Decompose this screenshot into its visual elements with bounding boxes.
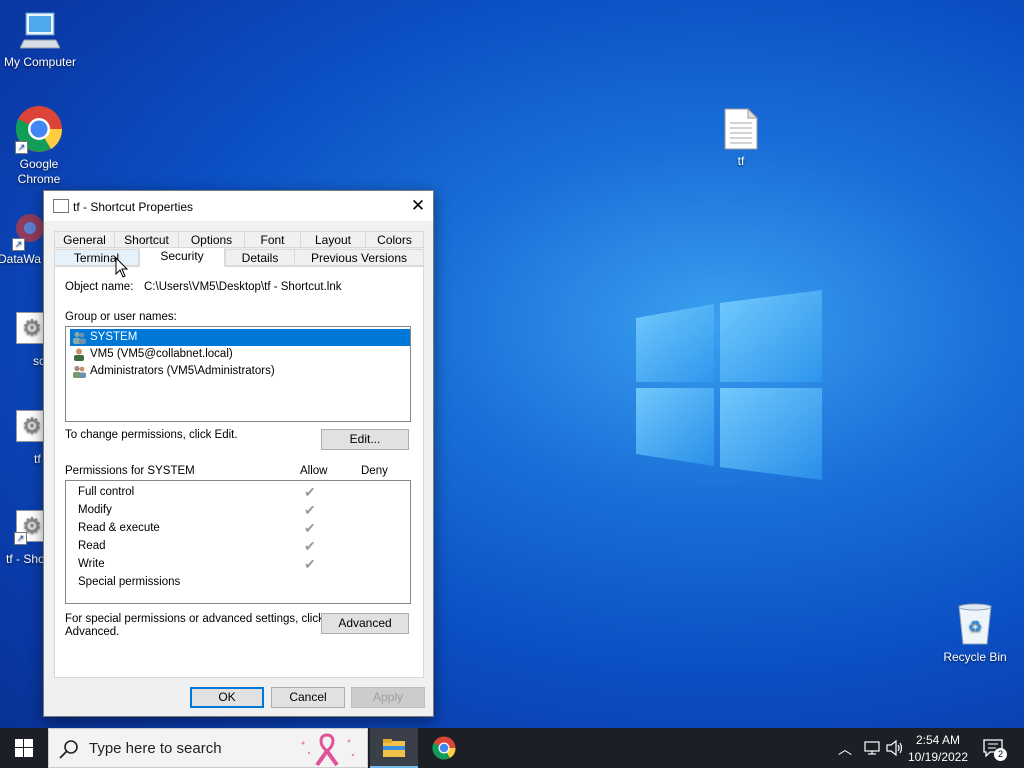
shortcut-file-icon — [53, 199, 69, 213]
user-name: VM5 (VM5@collabnet.local) — [90, 348, 233, 360]
user-name: Administrators (VM5\Administrators) — [90, 365, 275, 377]
text-document-icon — [724, 108, 758, 150]
check-icon: ✔ — [304, 538, 316, 554]
tab-security[interactable]: Security — [139, 247, 225, 267]
tab-font[interactable]: Font — [244, 231, 301, 248]
special-permissions-text-2: Advanced. — [65, 626, 120, 638]
close-icon: ✕ — [410, 196, 426, 215]
desktop-icon-label: My Computer — [3, 55, 77, 69]
svg-text:♻: ♻ — [968, 617, 982, 636]
chrome-icon — [432, 736, 456, 760]
tab-options[interactable]: Options — [178, 231, 245, 248]
permission-name: Full control — [78, 486, 135, 498]
taskbar-chrome[interactable] — [420, 728, 468, 768]
user-row-system[interactable]: SYSTEM — [70, 329, 410, 346]
pink-ribbon-icon — [301, 733, 355, 767]
desktop-icon-label: Google Chrome — [17, 157, 61, 186]
permission-row-special: Special permissions — [78, 573, 398, 591]
shortcut-properties-dialog: tf - Shortcut Properties ✕ General Short… — [43, 190, 434, 717]
computer-icon — [20, 12, 60, 49]
shortcut-arrow-icon: ↗ — [14, 532, 27, 545]
windows-start-icon — [15, 739, 33, 757]
group-names-label: Group or user names: — [65, 311, 177, 323]
tab-colors[interactable]: Colors — [365, 231, 424, 248]
desktop-icon-recycle-bin[interactable]: ♻ Recycle Bin — [935, 602, 1015, 665]
taskbar-search-box[interactable]: Type here to search — [48, 728, 368, 768]
chevron-up-icon[interactable]: ︿ — [838, 739, 852, 759]
user-row-vm5[interactable]: VM5 (VM5@collabnet.local) — [70, 346, 410, 363]
desktop-icon-tf-shortcut[interactable]: ⚙ ↗ tf - Sho — [6, 510, 48, 567]
change-permissions-text: To change permissions, click Edit. — [65, 429, 238, 441]
permission-name: Read — [78, 540, 106, 552]
desktop-icon-label: Recycle Bin — [943, 650, 1007, 664]
search-placeholder: Type here to search — [89, 740, 222, 757]
permission-name: Special permissions — [78, 576, 181, 588]
user-names-listbox[interactable]: SYSTEM VM5 (VM5@collabnet.local) Adminis… — [65, 326, 411, 422]
object-name-value: C:\Users\VM5\Desktop\tf - Shortcut.lnk — [144, 281, 342, 293]
close-button[interactable]: ✕ — [403, 191, 433, 221]
check-icon: ✔ — [304, 484, 316, 500]
desktop-icon-google-chrome[interactable]: ↗ Google Chrome — [0, 105, 79, 187]
permission-row-read-execute: Read & execute ✔ — [78, 519, 398, 537]
desktop-icon-label: tf - Sho — [6, 552, 45, 566]
clock-date: 10/19/2022 — [907, 750, 969, 764]
users-group-icon — [73, 331, 86, 344]
dialog-title: tf - Shortcut Properties — [73, 200, 194, 214]
folder-icon — [383, 739, 405, 757]
dialog-titlebar[interactable]: tf - Shortcut Properties ✕ — [44, 191, 433, 221]
permission-name: Modify — [78, 504, 112, 516]
check-icon: ✔ — [304, 556, 316, 572]
edit-button[interactable]: Edit... — [321, 429, 409, 450]
security-tab-panel: Object name: C:\Users\VM5\Desktop\tf - S… — [54, 266, 424, 678]
desktop-icon-datawa[interactable]: ↗ DataWa — [0, 208, 48, 267]
users-group-icon — [73, 365, 86, 378]
permission-name: Write — [78, 558, 105, 570]
object-name-label: Object name: — [65, 281, 134, 293]
taskbar-file-explorer[interactable] — [370, 728, 418, 768]
clock[interactable]: 2:54 AM 10/19/2022 — [906, 731, 970, 765]
search-icon — [59, 740, 78, 759]
speaker-icon[interactable] — [886, 740, 904, 756]
tab-general[interactable]: General — [54, 231, 115, 248]
action-center-button[interactable]: 2 — [978, 728, 1018, 768]
user-icon — [74, 348, 84, 361]
network-icon[interactable] — [864, 741, 880, 755]
permissions-listbox[interactable]: Full control ✔ Modify ✔ Read & execute ✔… — [65, 480, 411, 604]
taskbar: Type here to search ︿ 2:54 AM 10/19/2022… — [0, 728, 1024, 768]
start-button[interactable] — [0, 728, 48, 768]
tab-shortcut[interactable]: Shortcut — [114, 231, 179, 248]
shortcut-arrow-icon: ↗ — [15, 141, 28, 154]
cancel-button[interactable]: Cancel — [271, 687, 345, 708]
desktop-icon-label: tf — [737, 154, 745, 168]
allow-header: Allow — [300, 465, 328, 477]
advanced-button[interactable]: Advanced — [321, 613, 409, 634]
windows-logo-wallpaper — [636, 290, 822, 480]
ok-button[interactable]: OK — [190, 687, 264, 708]
mouse-cursor-icon — [115, 257, 129, 278]
special-permissions-text: For special permissions or advanced sett… — [65, 613, 324, 625]
permissions-for-label: Permissions for SYSTEM — [65, 465, 195, 477]
tab-layout[interactable]: Layout — [300, 231, 366, 248]
clock-time: 2:54 AM — [915, 733, 961, 747]
deny-header: Deny — [361, 465, 388, 477]
user-row-administrators[interactable]: Administrators (VM5\Administrators) — [70, 363, 410, 380]
notification-count-badge: 2 — [994, 748, 1007, 761]
permission-row-modify: Modify ✔ — [78, 501, 398, 519]
permission-row-read: Read ✔ — [78, 537, 398, 555]
desktop-icon-tf-file[interactable]: tf — [701, 108, 781, 169]
tab-previous-versions[interactable]: Previous Versions — [294, 249, 424, 266]
tab-details[interactable]: Details — [225, 249, 295, 266]
permission-row-full-control: Full control ✔ — [78, 483, 398, 501]
check-icon: ✔ — [304, 502, 316, 518]
shortcut-arrow-icon: ↗ — [12, 238, 25, 251]
apply-button[interactable]: Apply — [351, 687, 425, 708]
desktop-icon-label: DataWa — [0, 252, 41, 266]
desktop-icon-my-computer[interactable]: My Computer — [0, 10, 80, 70]
user-name: SYSTEM — [90, 331, 138, 343]
permission-row-write: Write ✔ — [78, 555, 398, 573]
recycle-bin-icon: ♻ — [958, 603, 992, 645]
permission-name: Read & execute — [78, 522, 160, 534]
check-icon: ✔ — [304, 520, 316, 536]
